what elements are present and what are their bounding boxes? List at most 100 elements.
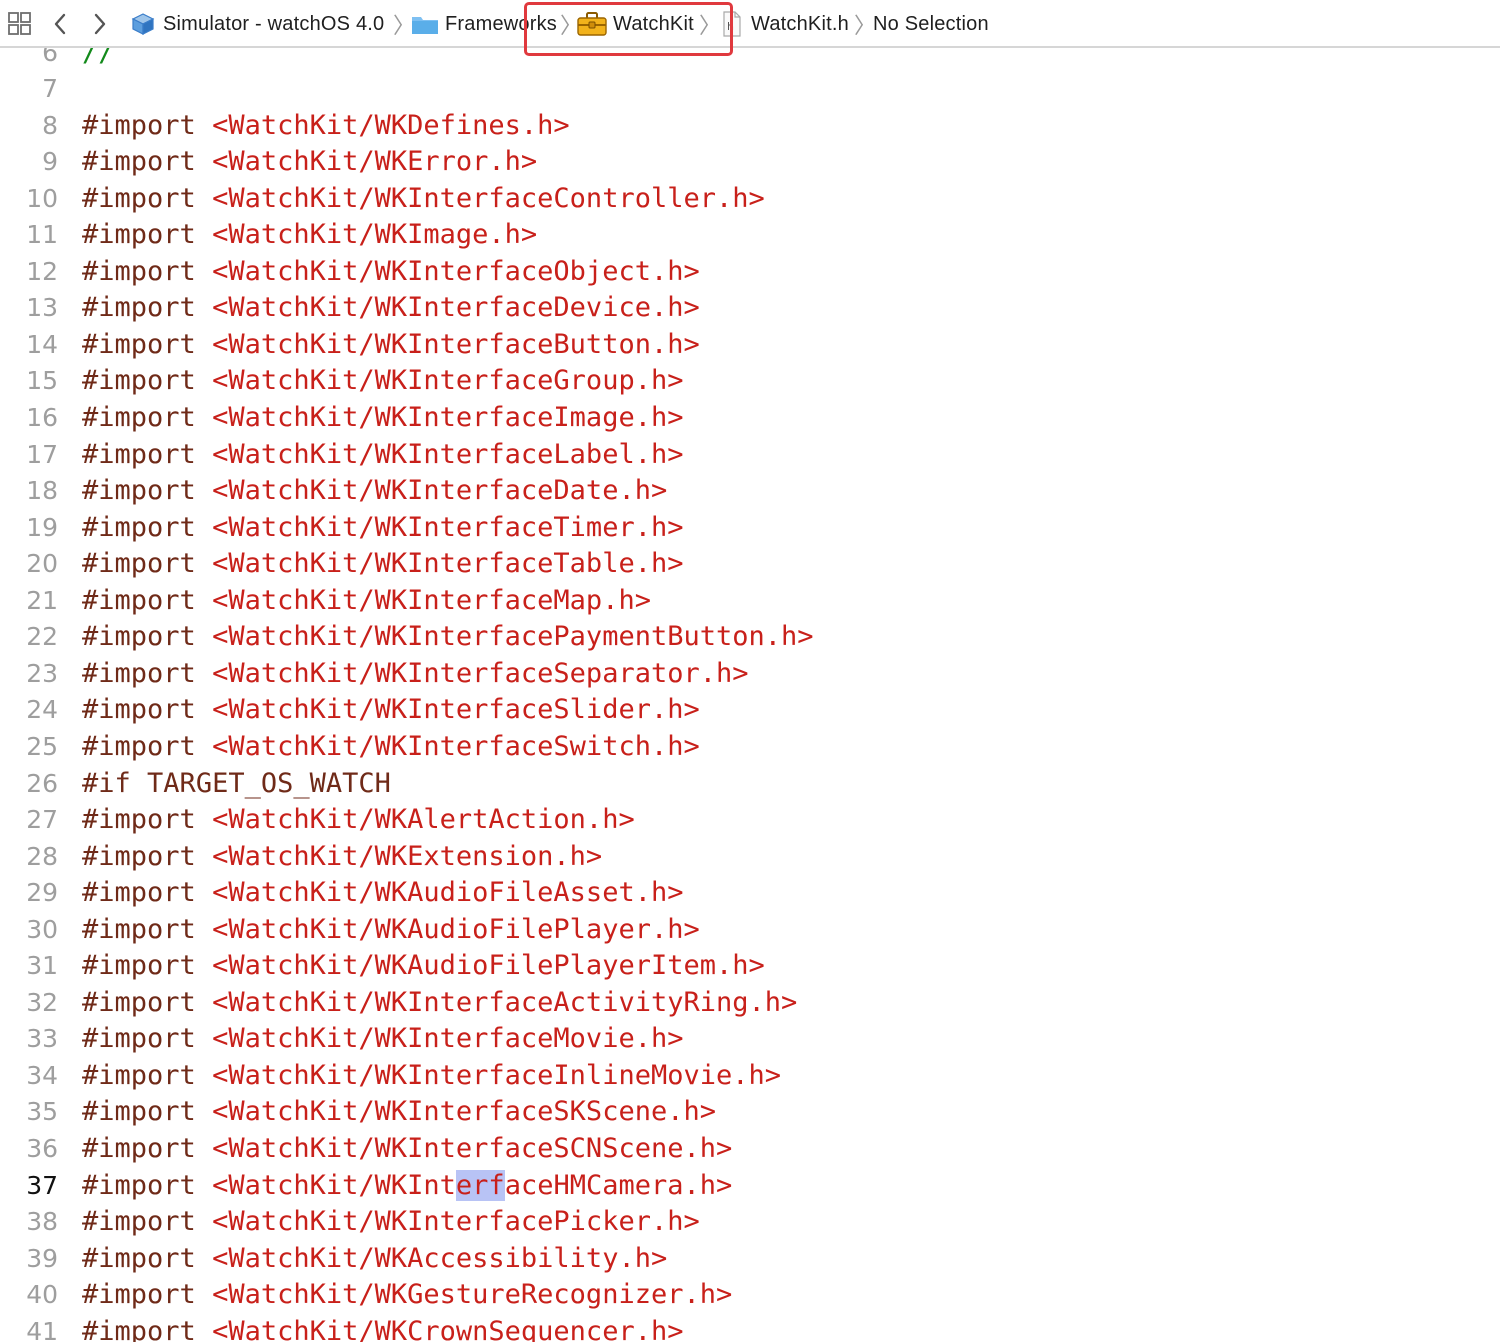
header-path-token: <WatchKit/WKInterfaceTable.h> (212, 548, 684, 580)
code-line[interactable]: 13 #import <WatchKit/WKInterfaceDevice.h> (0, 290, 1500, 326)
code-line[interactable]: 15 #import <WatchKit/WKInterfaceGroup.h> (0, 363, 1500, 399)
directive-token: #import (82, 1279, 196, 1311)
code-line[interactable]: 30 #import <WatchKit/WKAudioFilePlayer.h> (0, 911, 1500, 947)
code-line[interactable]: 35 #import <WatchKit/WKInterfaceSKScene.h… (0, 1094, 1500, 1130)
chevron-left-icon[interactable] (52, 0, 68, 48)
line-number: 14 (26, 329, 58, 359)
header-path-token: <WatchKit/WKInterfaceMap.h> (212, 584, 651, 616)
code-line[interactable]: 37 #import <WatchKit/WKInterfaceHMCamera.… (0, 1167, 1500, 1203)
code-line[interactable]: 11 #import <WatchKit/WKImage.h> (0, 217, 1500, 253)
header-path-token: <WatchKit/WKAudioFileAsset.h> (212, 877, 684, 909)
line-number: 39 (26, 1243, 58, 1273)
code-line[interactable]: 23 #import <WatchKit/WKInterfaceSeparator… (0, 655, 1500, 691)
code-text: #import <WatchKit/WKInterfaceController.… (82, 183, 765, 214)
code-line[interactable]: 20 #import <WatchKit/WKInterfaceTable.h> (0, 546, 1500, 582)
directive-token: #import (82, 146, 196, 178)
code-line[interactable]: 7 (0, 71, 1500, 107)
code-text: #import <WatchKit/WKInterfaceInlineMovie… (82, 1060, 781, 1091)
line-number: 33 (26, 1024, 58, 1054)
code-line[interactable]: 10 #import <WatchKit/WKInterfaceControlle… (0, 180, 1500, 216)
code-line[interactable]: 36 #import <WatchKit/WKInterfaceSCNScene.… (0, 1131, 1500, 1167)
code-text: #import <WatchKit/WKInterfaceHMCamera.h> (82, 1169, 732, 1201)
code-line[interactable]: 21 #import <WatchKit/WKInterfaceMap.h> (0, 582, 1500, 618)
code-text: #import <WatchKit/WKInterfaceObject.h> (82, 256, 700, 287)
code-line[interactable]: 8 #import <WatchKit/WKDefines.h> (0, 107, 1500, 143)
header-path-token: <WatchKit/WKAlertAction.h> (212, 804, 635, 836)
grid-icon[interactable] (8, 0, 32, 48)
line-number: 34 (26, 1060, 58, 1090)
code-line[interactable]: 28 #import <WatchKit/WKExtension.h> (0, 838, 1500, 874)
code-line[interactable]: 32 #import <WatchKit/WKInterfaceActivityR… (0, 984, 1500, 1020)
directive-token: #import (82, 694, 196, 726)
directive-token: #import (82, 1096, 196, 1128)
directive-token: #import (82, 402, 196, 433)
code-line[interactable]: 34 #import <WatchKit/WKInterfaceInlineMov… (0, 1057, 1500, 1093)
line-number: 18 (26, 476, 58, 506)
code-line[interactable]: 38 #import <WatchKit/WKInterfacePicker.h> (0, 1204, 1500, 1240)
header-path-token: <WatchKit/WKInterfaceDevice.h> (212, 292, 700, 324)
code-text: #import <WatchKit/WKAudioFilePlayer.h> (82, 914, 700, 945)
header-path-token: <WatchKit/WKInterfaceTimer.h> (212, 511, 684, 543)
code-line[interactable]: 9 #import <WatchKit/WKError.h> (0, 144, 1500, 180)
code-text: #if TARGET_OS_WATCH (82, 768, 391, 799)
breadcrumb-no-selection[interactable]: No Selection (873, 0, 989, 48)
code-line[interactable]: 17 #import <WatchKit/WKInterfaceLabel.h> (0, 436, 1500, 472)
code-text: #import <WatchKit/WKInterfaceDate.h> (82, 475, 667, 506)
header-path-token: <WatchKit/WKInterfaceSeparator.h> (212, 657, 749, 689)
code-text: #import <WatchKit/WKInterfaceMap.h> (82, 585, 651, 616)
line-number: 12 (26, 256, 58, 286)
line-number: 30 (26, 914, 58, 944)
line-number: 19 (26, 512, 58, 542)
code-line[interactable]: 31 #import <WatchKit/WKAudioFilePlayerIte… (0, 948, 1500, 984)
code-text: #import <WatchKit/WKDefines.h> (82, 110, 570, 141)
line-number: 16 (26, 403, 58, 432)
code-line[interactable]: 6 // (0, 48, 1500, 70)
code-line[interactable]: 27 #import <WatchKit/WKAlertAction.h> (0, 802, 1500, 838)
directive-token: #import (82, 109, 196, 141)
code-line[interactable]: 12 #import <WatchKit/WKInterfaceObject.h> (0, 253, 1500, 289)
breadcrumb-simulator[interactable]: Simulator - watchOS 4.0 (130, 0, 384, 48)
header-path-token: <WatchKit/WKInterfaceActivityRing.h> (212, 986, 798, 1018)
breadcrumb-label: No Selection (873, 12, 989, 35)
code-line[interactable]: 26 #if TARGET_OS_WATCH (0, 765, 1500, 801)
header-path-token: <WatchKit/WKInterfaceLabel.h> (212, 438, 684, 470)
code-line[interactable]: 40 #import <WatchKit/WKGestureRecognizer.… (0, 1277, 1500, 1313)
line-number: 26 (26, 768, 58, 798)
code-line[interactable]: 14 #import <WatchKit/WKInterfaceButton.h> (0, 326, 1500, 362)
source-editor[interactable]: 6 // 7 8 #import <WatchKit/WKDefines.h> 9 #imp… (0, 48, 1500, 1342)
directive-token: #import (82, 840, 196, 872)
header-path-token: <WatchKit/WKInterfaceSwitch.h> (212, 730, 700, 762)
code-line[interactable]: 19 #import <WatchKit/WKInterfaceTimer.h> (0, 509, 1500, 545)
code-line[interactable]: 24 #import <WatchKit/WKInterfaceSlider.h> (0, 692, 1500, 728)
directive-token: #import (82, 1023, 196, 1055)
line-number: 40 (26, 1280, 58, 1310)
header-path-token: <WatchKit/WKInterfaceObject.h> (212, 255, 700, 287)
directive-token: #import (82, 511, 196, 543)
code-text: #import <WatchKit/WKInterfaceDevice.h> (82, 292, 700, 323)
code-line[interactable]: 16 #import <WatchKit/WKInterfaceImage.h> (0, 400, 1500, 436)
code-line[interactable]: 29 #import <WatchKit/WKAudioFileAsset.h> (0, 875, 1500, 911)
code-line[interactable]: 39 #import <WatchKit/WKAccessibility.h> (0, 1240, 1500, 1276)
line-number: 15 (26, 366, 58, 396)
code-line[interactable]: 25 #import <WatchKit/WKInterfaceSwitch.h> (0, 728, 1500, 764)
line-number: 23 (26, 658, 58, 688)
code-line[interactable]: 22 #import <WatchKit/WKInterfacePaymentBu… (0, 619, 1500, 655)
directive-token: #import (82, 438, 196, 470)
code-text: #import <WatchKit/WKInterfaceActivityRin… (82, 987, 797, 1018)
header-path-token: <WatchKit/WKInterfaceSCNScene.h> (212, 1133, 733, 1164)
chevron-right-icon[interactable] (92, 0, 108, 48)
line-number: 28 (26, 841, 58, 871)
header-path-token: <WatchKit/WKInterfaceController.h> (212, 182, 765, 214)
header-path-token: <WatchKit/WKAccessibility.h> (212, 1242, 668, 1274)
breadcrumb-watchkit-h[interactable]: h WatchKit.h (722, 0, 849, 48)
directive-token: #import (82, 877, 196, 909)
line-number: 22 (26, 622, 58, 652)
code-text: #import <WatchKit/WKInterfaceTable.h> (82, 548, 683, 579)
code-line[interactable]: 41 #import <WatchKit/WKCrownSequencer.h> (0, 1313, 1500, 1342)
annotation-highlight-box (524, 2, 733, 56)
code-text: #import <WatchKit/WKInterfaceButton.h> (82, 329, 700, 360)
code-line[interactable]: 18 #import <WatchKit/WKInterfaceDate.h> (0, 473, 1500, 509)
code-line[interactable]: 33 #import <WatchKit/WKInterfaceMovie.h> (0, 1021, 1500, 1057)
line-number: 41 (26, 1316, 58, 1342)
code-text: #import <WatchKit/WKAccessibility.h> (82, 1243, 667, 1274)
